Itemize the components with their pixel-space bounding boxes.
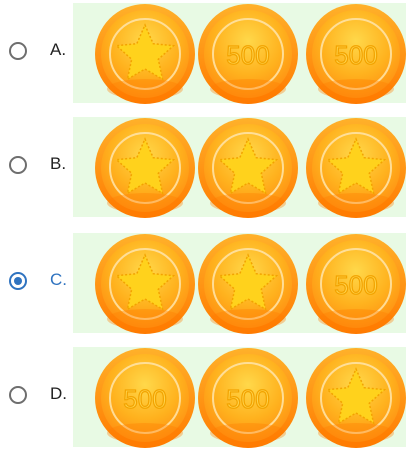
- coins-panel: [73, 117, 406, 219]
- 500-coin-icon: 500: [305, 3, 406, 105]
- 500-coin-icon: 500: [197, 347, 299, 449]
- option-letter: D.: [50, 384, 67, 403]
- star-coin-icon: [197, 233, 299, 335]
- coins-panel: 500 500: [73, 3, 406, 105]
- coins-panel: 500 500: [73, 347, 406, 449]
- option-letter: C.: [50, 270, 67, 289]
- star-coin-icon: [94, 117, 196, 219]
- radio-d[interactable]: [9, 386, 27, 404]
- svg-text:500: 500: [226, 384, 269, 414]
- star-coin-icon: [94, 3, 196, 105]
- svg-text:500: 500: [123, 384, 166, 414]
- radio-b[interactable]: [9, 156, 27, 174]
- radio-a[interactable]: [9, 42, 27, 60]
- 500-coin-icon: 500: [197, 3, 299, 105]
- star-coin-icon: [197, 117, 299, 219]
- option-letter: A.: [50, 40, 67, 59]
- svg-text:500: 500: [226, 40, 269, 70]
- option-b[interactable]: B.: [0, 117, 406, 219]
- radio-c[interactable]: [9, 272, 27, 290]
- option-a[interactable]: A. 500 500: [0, 3, 406, 105]
- star-coin-icon: [94, 233, 196, 335]
- coins-panel: 500: [73, 233, 406, 335]
- option-d[interactable]: D. 500 500: [0, 347, 406, 449]
- svg-text:500: 500: [334, 40, 377, 70]
- 500-coin-icon: 500: [305, 233, 406, 335]
- svg-text:500: 500: [334, 270, 377, 300]
- 500-coin-icon: 500: [94, 347, 196, 449]
- radio-selected-dot: [14, 277, 22, 285]
- option-letter: B.: [50, 154, 67, 173]
- option-c[interactable]: C. 500: [0, 233, 406, 335]
- star-coin-icon: [305, 117, 406, 219]
- star-coin-icon: [305, 347, 406, 449]
